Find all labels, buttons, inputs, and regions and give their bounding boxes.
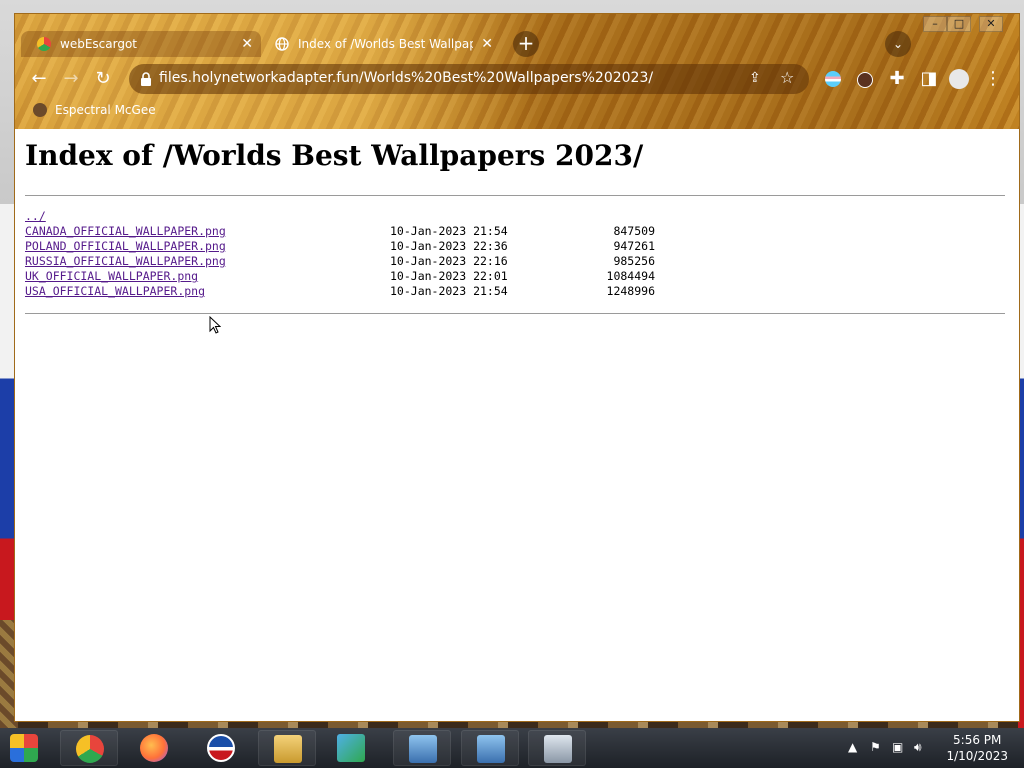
globe-icon xyxy=(275,37,289,51)
list-item: CANADA_OFFICIAL_WALLPAPER.png 10-Jan-202… xyxy=(25,224,655,239)
bookmark-star-icon[interactable]: ☆ xyxy=(780,68,794,87)
address-bar[interactable]: files.holynetworkadapter.fun/Worlds%20Be… xyxy=(129,64,809,94)
remote-desktop-icon-2 xyxy=(477,735,505,763)
bookmark-label: Espectral McGee xyxy=(55,103,156,117)
parent-directory-link[interactable]: ../ xyxy=(25,209,46,223)
close-window-button[interactable]: ✕ xyxy=(979,16,1003,32)
tab-index-of-wallpapers[interactable]: Index of /Worlds Best Wallpapers 2023/ ✕ xyxy=(275,31,501,57)
new-tab-button[interactable]: + xyxy=(513,31,539,57)
list-item: RUSSIA_OFFICIAL_WALLPAPER.png 10-Jan-202… xyxy=(25,254,655,269)
top-divider xyxy=(25,195,1005,196)
browser-frame: – □ ✕ webEscargot ✕ Index of /Worlds Bes… xyxy=(15,14,1019,129)
page-content: Index of /Worlds Best Wallpapers 2023/ .… xyxy=(15,129,1019,721)
taskbar-remote-desktop-2[interactable] xyxy=(461,730,519,766)
extension-avatar-icon[interactable] xyxy=(853,67,877,91)
forward-arrow-icon[interactable]: → xyxy=(59,67,83,91)
close-tab-icon[interactable]: ✕ xyxy=(241,36,253,52)
taskbar-network-people[interactable] xyxy=(322,730,380,766)
bookmark-espectral-mcgee[interactable]: Espectral McGee xyxy=(33,100,156,120)
taskbar-remote-desktop-1[interactable] xyxy=(393,730,451,766)
reload-icon[interactable]: ↻ xyxy=(91,67,115,91)
file-size: 985256 xyxy=(613,254,655,268)
file-date: 10-Jan-2023 22:36 xyxy=(390,239,508,253)
action-center-flag-icon[interactable]: ⚑ xyxy=(870,740,881,754)
file-date: 10-Jan-2023 22:01 xyxy=(390,269,508,283)
clock-time: 5:56 PM xyxy=(953,733,1002,747)
side-panel-icon[interactable]: ◨ xyxy=(917,67,941,91)
file-size: 1084494 xyxy=(606,269,655,283)
start-orb-icon xyxy=(10,734,38,762)
network-people-icon xyxy=(337,734,365,762)
file-link[interactable]: USA_OFFICIAL_WALLPAPER.png xyxy=(25,284,205,298)
file-link[interactable]: POLAND_OFFICIAL_WALLPAPER.png xyxy=(25,239,226,253)
tab-webescargot[interactable]: webEscargot ✕ xyxy=(21,31,261,57)
tab-search-button[interactable]: ⌄ xyxy=(885,31,911,57)
file-link[interactable]: RUSSIA_OFFICIAL_WALLPAPER.png xyxy=(25,254,226,268)
address-text[interactable]: files.holynetworkadapter.fun/Worlds%20Be… xyxy=(159,70,653,86)
chrome-icon xyxy=(76,735,104,763)
file-listing: ../ CANADA_OFFICIAL_WALLPAPER.png 10-Jan… xyxy=(25,209,655,299)
taskbar-firefox[interactable] xyxy=(125,730,183,766)
browser-window: – □ ✕ webEscargot ✕ Index of /Worlds Bes… xyxy=(14,13,1020,722)
file-link[interactable]: UK_OFFICIAL_WALLPAPER.png xyxy=(25,269,198,283)
share-icon[interactable]: ⇪ xyxy=(749,70,761,86)
bottom-divider xyxy=(25,313,1005,314)
show-hidden-icons-icon[interactable]: ▲ xyxy=(848,740,857,754)
tab-title: Index of /Worlds Best Wallpapers 2023/ xyxy=(298,37,473,51)
computer-icon xyxy=(544,735,572,763)
taskbar: ▲ ⚑ ▣ 🔊︎ 5:56 PM 1/10/2023 xyxy=(0,728,1024,768)
system-tray: ▲ ⚑ ▣ 🔊︎ 5:56 PM 1/10/2023 xyxy=(834,728,1024,768)
file-date: 10-Jan-2023 22:16 xyxy=(390,254,508,268)
extensions-puzzle-icon[interactable]: ✚ xyxy=(885,67,909,91)
list-item: POLAND_OFFICIAL_WALLPAPER.png 10-Jan-202… xyxy=(25,239,655,254)
maximize-button[interactable]: □ xyxy=(947,16,971,32)
volume-icon[interactable]: 🔊︎ xyxy=(914,740,922,755)
menu-kebab-icon[interactable]: ⋮ xyxy=(981,67,1005,91)
system-clock[interactable]: 5:56 PM 1/10/2023 xyxy=(946,732,1008,764)
close-tab-icon[interactable]: ✕ xyxy=(481,36,493,52)
file-size: 1248996 xyxy=(606,284,655,298)
profile-icon[interactable] xyxy=(947,67,971,91)
file-date: 10-Jan-2023 21:54 xyxy=(390,224,508,238)
webescargot-favicon-icon xyxy=(37,37,51,51)
tab-title: webEscargot xyxy=(60,37,137,51)
clock-date: 1/10/2023 xyxy=(946,749,1008,763)
taskbar-file-explorer[interactable] xyxy=(258,730,316,766)
taskbar-obama-app[interactable] xyxy=(192,730,250,766)
lock-icon xyxy=(141,72,151,86)
file-explorer-icon xyxy=(274,735,302,763)
file-size: 947261 xyxy=(613,239,655,253)
taskbar-computer[interactable] xyxy=(528,730,586,766)
minimize-button[interactable]: – xyxy=(923,16,947,32)
firefox-icon xyxy=(140,734,168,762)
list-item: ../ xyxy=(25,209,226,224)
mouse-cursor-icon xyxy=(209,316,221,334)
start-button[interactable] xyxy=(0,730,58,766)
list-item: USA_OFFICIAL_WALLPAPER.png 10-Jan-2023 2… xyxy=(25,284,655,299)
list-item: UK_OFFICIAL_WALLPAPER.png 10-Jan-2023 22… xyxy=(25,269,655,284)
file-date: 10-Jan-2023 21:54 xyxy=(390,284,508,298)
back-arrow-icon[interactable]: ← xyxy=(27,67,51,91)
bookmark-favicon-icon xyxy=(33,103,47,117)
file-link[interactable]: CANADA_OFFICIAL_WALLPAPER.png xyxy=(25,224,226,238)
page-title: Index of /Worlds Best Wallpapers 2023/ xyxy=(25,139,644,172)
taskbar-chrome[interactable] xyxy=(60,730,118,766)
file-size: 847509 xyxy=(613,224,655,238)
extension-flag-icon[interactable] xyxy=(821,67,845,91)
network-icon[interactable]: ▣ xyxy=(892,740,903,754)
obama-logo-icon xyxy=(207,734,235,762)
remote-desktop-icon-1 xyxy=(409,735,437,763)
